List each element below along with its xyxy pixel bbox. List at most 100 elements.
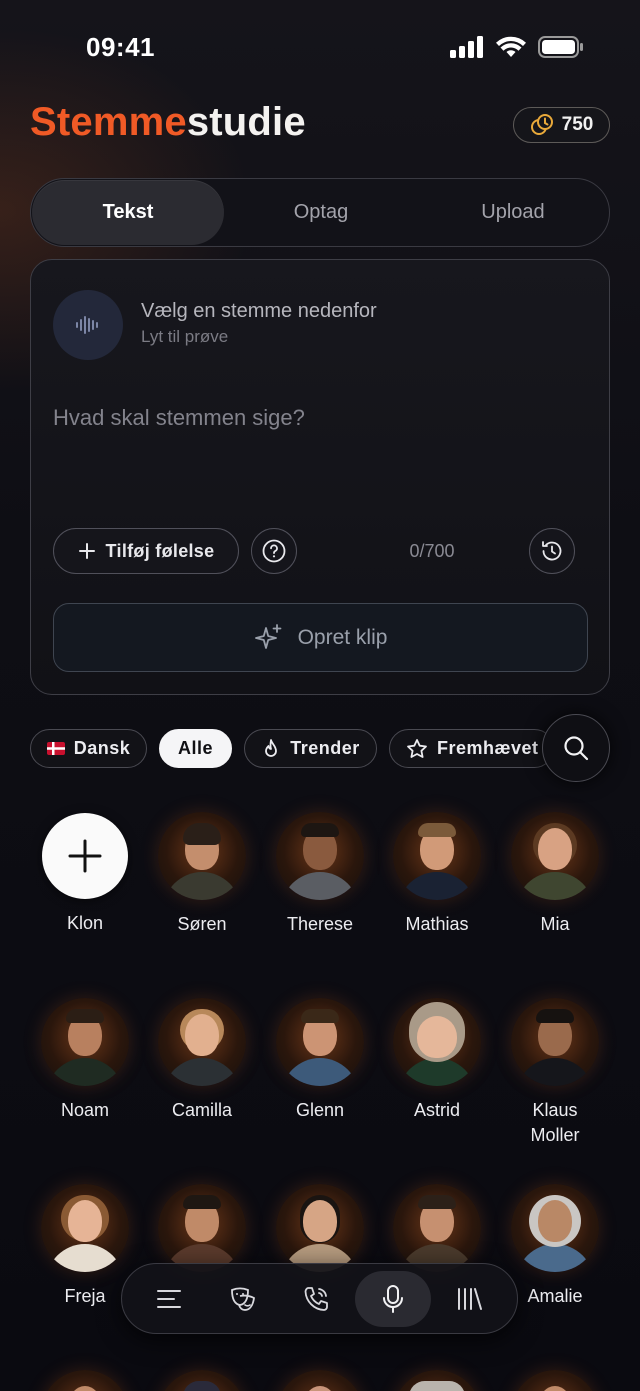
plus-icon — [68, 839, 102, 873]
prompt-input[interactable] — [53, 398, 583, 438]
composer-card: Vælg en stemme nedenfor Lyt til prøve Ti… — [30, 259, 610, 695]
voice-card[interactable] — [378, 1370, 496, 1391]
voice-name: Mia — [540, 914, 570, 934]
star-icon — [407, 738, 427, 758]
voice-name: Therese — [286, 914, 354, 934]
app-title-rest: studie — [186, 100, 306, 144]
status-icons — [450, 36, 584, 58]
voice-portrait — [158, 812, 246, 900]
voice-card-soren[interactable]: Søren — [143, 812, 261, 937]
credits-value: 750 — [561, 114, 594, 135]
selected-voice-avatar[interactable] — [53, 290, 123, 360]
voice-card-glenn[interactable]: Glenn — [261, 998, 379, 1123]
nav-menu[interactable] — [134, 1271, 204, 1327]
search-button[interactable] — [542, 714, 610, 782]
voice-portrait — [276, 1370, 364, 1391]
battery-icon — [538, 36, 583, 58]
app-title-accent: Stemme — [30, 100, 187, 144]
mode-tabs: Tekst Optag Upload — [30, 178, 610, 247]
question-icon — [262, 539, 286, 563]
voice-card[interactable] — [261, 1184, 379, 1272]
character-count: 0/700 — [409, 541, 455, 561]
add-emotion-button[interactable]: Tilføj følelse — [53, 528, 239, 574]
voice-portrait — [158, 1370, 246, 1391]
filter-trending-label: Trender — [290, 738, 360, 758]
bottom-nav — [121, 1263, 518, 1334]
voice-name: Glenn — [295, 1100, 345, 1120]
voice-card-mathias[interactable]: Mathias — [378, 812, 496, 937]
voice-name: Camilla — [171, 1100, 232, 1120]
phone-icon — [305, 1286, 329, 1311]
voice-name: Søren — [177, 914, 227, 934]
filter-featured-label: Fremhævet — [437, 738, 539, 758]
nav-characters[interactable] — [208, 1271, 278, 1327]
history-button[interactable] — [529, 528, 575, 574]
microphone-icon — [383, 1284, 404, 1313]
voice-portrait — [393, 1184, 481, 1272]
waveform-icon — [76, 316, 98, 334]
voice-name: Klon — [66, 913, 104, 933]
tab-optag[interactable]: Optag — [225, 179, 417, 246]
voice-portrait — [511, 1184, 599, 1272]
voice-portrait — [158, 1184, 246, 1272]
plus-icon — [78, 543, 95, 559]
voice-portrait — [41, 1370, 129, 1391]
voice-portrait — [158, 998, 246, 1086]
help-button[interactable] — [251, 528, 297, 574]
create-clip-button[interactable]: Opret klip — [53, 603, 588, 672]
filter-featured[interactable]: Fremhævet — [389, 729, 554, 768]
credits-badge[interactable]: 750 — [513, 107, 610, 143]
tab-upload[interactable]: Upload — [417, 179, 609, 246]
voice-portrait — [276, 998, 364, 1086]
nav-voice[interactable] — [355, 1270, 432, 1327]
voice-portrait — [276, 1184, 364, 1272]
voice-card-noam[interactable]: Noam — [26, 998, 144, 1123]
voice-portrait — [41, 998, 129, 1086]
voice-portrait — [511, 1370, 599, 1391]
voice-card-klaus-moller[interactable]: Klaus Moller — [496, 998, 614, 1148]
voice-name: Mathias — [405, 914, 469, 934]
flame-icon — [265, 738, 278, 757]
voice-card-camilla[interactable]: Camilla — [143, 998, 261, 1123]
nav-calls[interactable] — [281, 1271, 351, 1327]
voice-portrait — [393, 812, 481, 900]
nav-library[interactable] — [435, 1271, 505, 1327]
coins-icon — [530, 114, 553, 135]
clone-voice-button[interactable] — [42, 813, 128, 899]
theater-masks-icon — [230, 1287, 255, 1311]
filter-all[interactable]: Alle — [159, 729, 232, 768]
cellular-icon — [450, 36, 483, 58]
voice-card-klon[interactable]: Klon — [26, 812, 144, 936]
create-clip-label: Opret klip — [297, 625, 388, 649]
tab-tekst[interactable]: Tekst — [32, 180, 224, 245]
voice-card-therese[interactable]: Therese — [261, 812, 379, 937]
voice-portrait — [276, 812, 364, 900]
app-title: Stemmestudie — [30, 100, 306, 145]
menu-icon — [156, 1289, 181, 1308]
voice-name: Klaus Moller — [530, 1100, 580, 1145]
voice-name: Astrid — [413, 1100, 460, 1120]
denmark-flag-icon — [46, 742, 65, 755]
voice-card[interactable] — [261, 1370, 379, 1391]
voice-selector-title[interactable]: Vælg en stemme nedenfor — [141, 300, 377, 323]
language-filter-label: Dansk — [73, 738, 131, 758]
library-icon — [458, 1287, 483, 1310]
voice-card[interactable] — [143, 1184, 261, 1272]
search-icon — [564, 736, 589, 761]
voice-preview-label[interactable]: Lyt til prøve — [141, 327, 228, 347]
voice-portrait — [393, 1370, 481, 1391]
voice-card-mia[interactable]: Mia — [496, 812, 614, 937]
voice-card[interactable] — [26, 1370, 144, 1391]
voice-card-astrid[interactable]: Astrid — [378, 998, 496, 1123]
app-screen: 09:41 Stemmestudie 750 Tekst Optag Uploa… — [0, 0, 640, 1391]
voice-portrait — [511, 998, 599, 1086]
language-filter[interactable]: Dansk — [30, 729, 147, 768]
status-bar: 09:41 — [0, 0, 640, 96]
voice-card[interactable] — [378, 1184, 496, 1272]
voice-card[interactable] — [496, 1370, 614, 1391]
voice-card[interactable] — [143, 1370, 261, 1391]
voice-portrait — [393, 998, 481, 1086]
filter-trending[interactable]: Trender — [244, 729, 377, 768]
add-emotion-label: Tilføj følelse — [105, 540, 215, 561]
status-time: 09:41 — [86, 32, 155, 62]
